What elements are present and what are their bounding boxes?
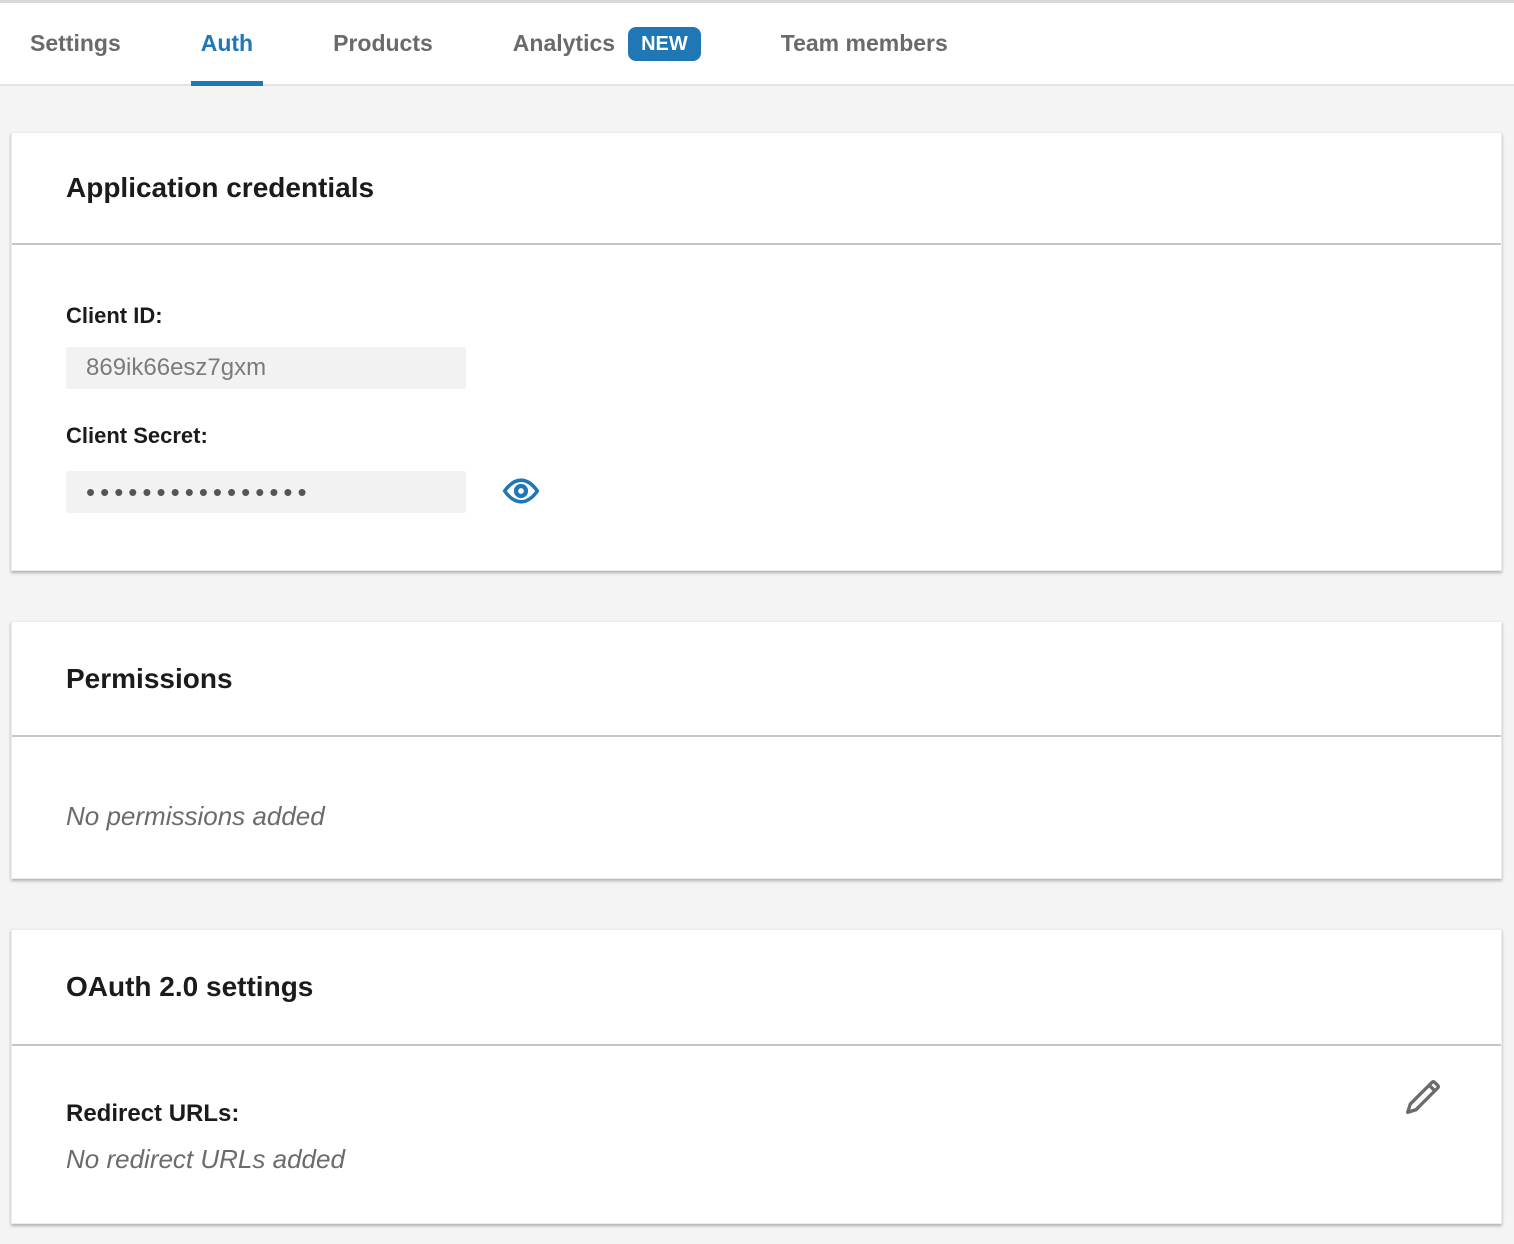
tab-team-members[interactable]: Team members [781,3,948,84]
tab-settings[interactable]: Settings [30,3,121,84]
application-credentials-title: Application credentials [66,172,374,204]
permissions-body: No permissions added [12,737,1501,878]
active-tab-underline [191,81,263,86]
tab-products[interactable]: Products [333,3,433,84]
eye-icon [502,476,540,509]
reveal-secret-button[interactable] [502,477,540,507]
tab-auth[interactable]: Auth [201,3,253,84]
no-permissions-text: No permissions added [66,801,1447,832]
application-credentials-header: Application credentials [12,133,1501,245]
permissions-title: Permissions [66,663,233,695]
oauth-settings-body: Redirect URLs: No redirect URLs added [12,1046,1501,1223]
no-redirect-urls-text: No redirect URLs added [66,1144,1447,1175]
client-secret-label: Client Secret: [66,422,1447,450]
new-badge: NEW [628,27,701,61]
client-id-value: 869ik66esz7gxm [86,354,266,382]
tab-team-members-label: Team members [781,30,948,57]
client-secret-row: •••••••••••••••• [66,471,1447,513]
app-tab-bar: Settings Auth Products Analytics NEW Tea… [0,3,1514,86]
client-id-field[interactable]: 869ik66esz7gxm [66,347,466,389]
client-id-label: Client ID: [66,302,1447,330]
oauth-settings-title: OAuth 2.0 settings [66,971,313,1003]
tab-analytics[interactable]: Analytics NEW [513,3,701,84]
client-secret-masked-value: •••••••••••••••• [86,479,312,505]
application-credentials-body: Client ID: 869ik66esz7gxm Client Secret:… [12,245,1501,570]
oauth-settings-header: OAuth 2.0 settings [12,930,1501,1046]
oauth-settings-card: OAuth 2.0 settings Redirect URLs: No red… [11,929,1502,1224]
tab-auth-label: Auth [201,30,253,57]
page-content: Application credentials Client ID: 869ik… [0,132,1514,1224]
application-credentials-card: Application credentials Client ID: 869ik… [11,132,1502,571]
permissions-card: Permissions No permissions added [11,621,1502,879]
tab-analytics-label: Analytics [513,30,615,57]
client-secret-field[interactable]: •••••••••••••••• [66,471,466,513]
redirect-urls-label: Redirect URLs: [66,1100,1447,1128]
pencil-icon [1400,1076,1444,1123]
tab-products-label: Products [333,30,433,57]
edit-redirect-urls-button[interactable] [1399,1076,1445,1122]
permissions-header: Permissions [12,622,1501,737]
tab-settings-label: Settings [30,30,121,57]
